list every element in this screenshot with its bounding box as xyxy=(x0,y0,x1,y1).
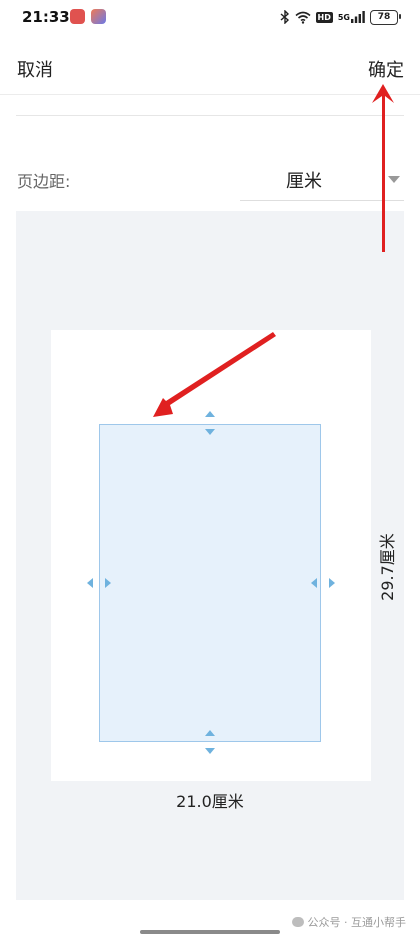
notification-app-icon xyxy=(70,9,85,24)
home-indicator[interactable] xyxy=(140,930,280,934)
hd-icon: HD xyxy=(315,11,333,23)
watermark: 公众号 · 互通小帮手 xyxy=(291,914,407,930)
bottom-margin-handle-down-icon[interactable] xyxy=(205,748,215,754)
wechat-icon xyxy=(291,917,304,927)
top-bar: 取消 确定 xyxy=(0,34,420,95)
left-margin-handle-right-icon[interactable] xyxy=(105,578,111,588)
margin-label: 页边距: xyxy=(17,172,71,191)
battery-level: 78 xyxy=(377,12,391,22)
battery-icon: 78 xyxy=(370,9,401,25)
page-sheet xyxy=(51,330,371,781)
left-margin-handle-left-icon[interactable] xyxy=(87,578,93,588)
top-margin-handle-down-icon[interactable] xyxy=(205,429,215,435)
unit-select[interactable]: 厘米 xyxy=(240,158,404,201)
page-width-label: 21.0厘米 xyxy=(176,792,244,811)
watermark-text: 公众号 · 互通小帮手 xyxy=(307,916,407,929)
status-icons: HD 5G 78 xyxy=(280,8,401,26)
cancel-button[interactable]: 取消 xyxy=(17,56,53,82)
right-margin-handle-left-icon[interactable] xyxy=(311,578,317,588)
status-time: 21:33 xyxy=(22,8,70,26)
bluetooth-icon xyxy=(280,10,290,24)
confirm-button[interactable]: 确定 xyxy=(368,56,404,82)
top-margin-handle-up-icon[interactable] xyxy=(205,411,215,417)
notification-app-icon-2 xyxy=(91,9,106,24)
status-bar: 21:33 HD 5G 78 xyxy=(0,0,420,34)
signal-icon: 5G xyxy=(338,11,365,23)
signal-label: 5G xyxy=(337,12,350,22)
page-height-label: 29.7厘米 xyxy=(378,533,397,601)
divider xyxy=(16,115,404,116)
content-area xyxy=(99,424,321,742)
bottom-margin-handle-up-icon[interactable] xyxy=(205,730,215,736)
right-margin-handle-right-icon[interactable] xyxy=(329,578,335,588)
dropdown-arrow-icon xyxy=(388,176,400,183)
wifi-icon xyxy=(294,11,311,24)
unit-select-value: 厘米 xyxy=(286,171,322,192)
page-preview-area: 21.0厘米 29.7厘米 xyxy=(16,211,404,900)
